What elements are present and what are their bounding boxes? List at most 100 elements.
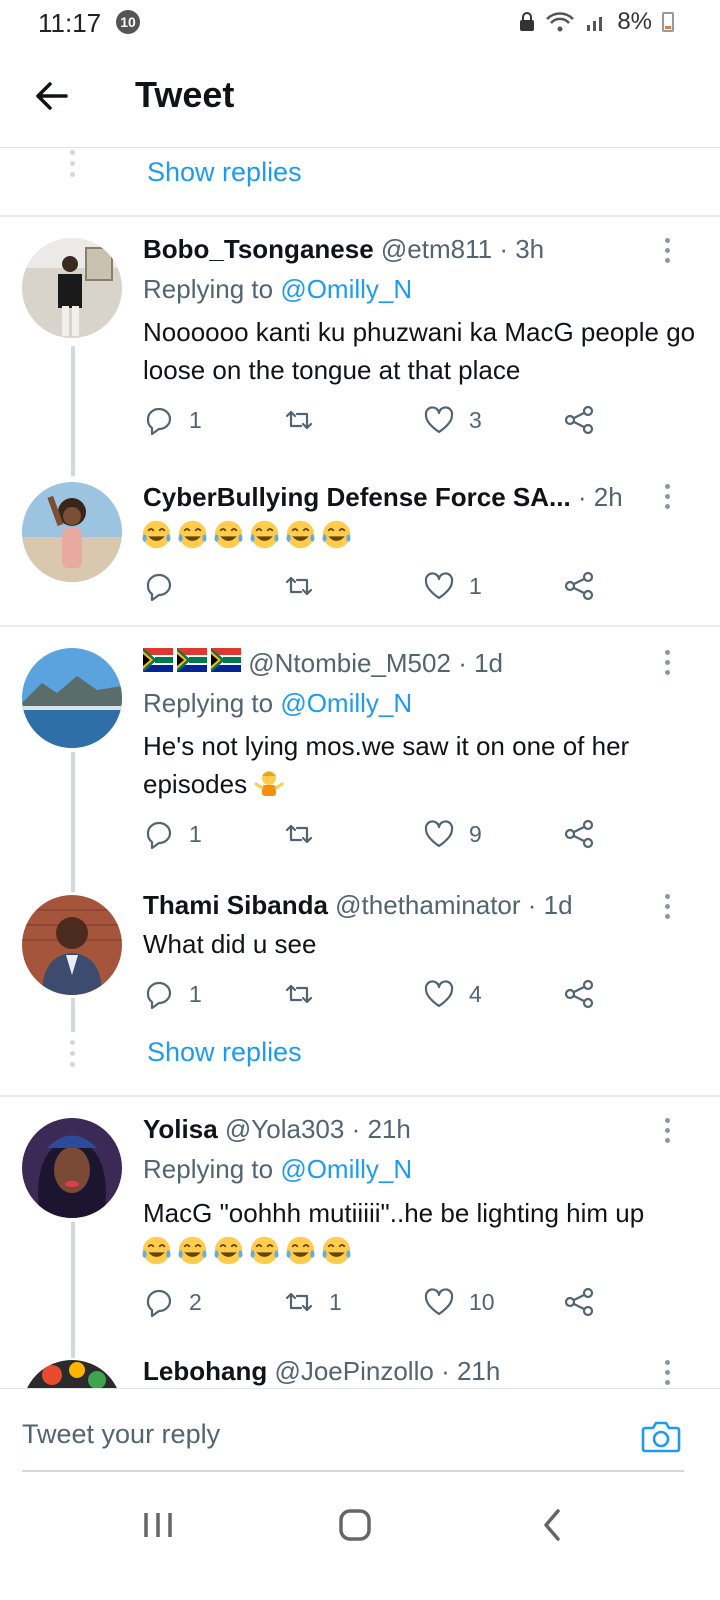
- thread-line: [71, 346, 75, 476]
- status-time: 11:17: [38, 8, 102, 38]
- reply-button[interactable]: 1: [143, 818, 202, 850]
- share-button[interactable]: [563, 1286, 595, 1318]
- reply-button[interactable]: [143, 570, 189, 602]
- retweet-button[interactable]: [283, 404, 329, 436]
- tears-of-joy-emoji: [286, 1236, 315, 1265]
- like-count: 9: [469, 820, 482, 847]
- status-icons: 8%: [519, 8, 674, 36]
- avatar[interactable]: [22, 648, 122, 748]
- more-options-icon[interactable]: [665, 650, 675, 680]
- reply-count: 1: [189, 980, 202, 1007]
- tweet-header: Lebohang @JoePinzollo · 21h: [143, 1356, 500, 1387]
- share-button[interactable]: [563, 978, 595, 1010]
- share-icon: [564, 1287, 594, 1317]
- more-options-icon[interactable]: [665, 894, 675, 924]
- retweet-icon: [285, 576, 313, 596]
- reply-icon: [146, 981, 172, 1010]
- replying-prefix: Replying to: [143, 688, 281, 718]
- share-button[interactable]: [563, 818, 595, 850]
- avatar[interactable]: [22, 1118, 122, 1218]
- south-africa-flag-icon: [143, 648, 241, 672]
- arrow-left-icon: [36, 82, 68, 110]
- show-replies-link[interactable]: Show replies: [147, 157, 302, 188]
- lock-icon: [520, 12, 535, 31]
- recent-apps-button[interactable]: [128, 1505, 188, 1545]
- author-name[interactable]: Thami Sibanda: [143, 890, 328, 920]
- divider: [0, 215, 720, 217]
- thread-line: [71, 1222, 75, 1358]
- reply-button[interactable]: 1: [143, 404, 202, 436]
- author-name[interactable]: Lebohang: [143, 1356, 267, 1386]
- back-button[interactable]: [30, 74, 74, 118]
- retweet-button[interactable]: [283, 570, 329, 602]
- author-handle[interactable]: @etm811: [381, 234, 492, 264]
- like-count: 10: [469, 1288, 495, 1315]
- author-name[interactable]: CyberBullying Defense Force SA...: [143, 482, 571, 512]
- thread-continuation-dots: [70, 1040, 76, 1073]
- camera-button[interactable]: [640, 1415, 682, 1457]
- replying-to: Replying to @Omilly_N: [143, 274, 412, 305]
- divider: [0, 625, 720, 627]
- like-button[interactable]: 4: [423, 978, 482, 1010]
- mention-link[interactable]: @Omilly_N: [280, 274, 412, 304]
- author-handle[interactable]: @JoePinzollo: [274, 1356, 433, 1386]
- system-nav-bar: [0, 1480, 720, 1600]
- more-options-icon[interactable]: [665, 238, 675, 268]
- like-button[interactable]: 3: [423, 404, 482, 436]
- reply-button[interactable]: 1: [143, 978, 202, 1010]
- tweet-emoji-text: [140, 518, 353, 551]
- tweet-actions: 1 4: [143, 978, 613, 1014]
- reply-button[interactable]: 2: [143, 1286, 202, 1318]
- reply-count: 2: [189, 1288, 202, 1315]
- tweet-time: · 21h: [441, 1356, 501, 1386]
- battery-icon: [662, 12, 674, 32]
- retweet-count: 1: [329, 1288, 342, 1315]
- share-button[interactable]: [563, 404, 595, 436]
- like-count: 4: [469, 980, 482, 1007]
- divider: [0, 1095, 720, 1097]
- mention-link[interactable]: @Omilly_N: [280, 1154, 412, 1184]
- heart-icon: [424, 820, 454, 848]
- home-button[interactable]: [325, 1505, 385, 1545]
- retweet-icon: [285, 824, 313, 844]
- author-handle[interactable]: @thethaminator: [335, 890, 520, 920]
- author-handle[interactable]: @Yola303: [225, 1114, 344, 1144]
- author-name[interactable]: Bobo_Tsonganese: [143, 234, 374, 264]
- more-options-icon[interactable]: [665, 484, 675, 514]
- avatar[interactable]: [22, 482, 122, 582]
- share-button[interactable]: [563, 570, 595, 602]
- retweet-button[interactable]: [283, 818, 329, 850]
- tweet-header: Yolisa @Yola303 · 21h: [143, 1114, 411, 1145]
- chevron-left-icon: [544, 1509, 560, 1541]
- avatar[interactable]: [22, 238, 122, 338]
- mention-link[interactable]: @Omilly_N: [280, 688, 412, 718]
- reply-icon: [146, 1289, 172, 1318]
- replying-to: Replying to @Omilly_N: [143, 688, 412, 719]
- back-nav-button[interactable]: [522, 1505, 582, 1545]
- like-button[interactable]: 10: [423, 1286, 495, 1318]
- top-bar: Tweet: [0, 44, 720, 148]
- more-options-icon[interactable]: [665, 1360, 675, 1390]
- tears-of-joy-emoji: [178, 1236, 207, 1265]
- retweet-button[interactable]: 1: [283, 1286, 342, 1318]
- retweet-icon: [285, 984, 313, 1004]
- tweet-actions: 2 1 10: [143, 1286, 613, 1322]
- tweet-text: Noooooo kanti ku phuzwani ka MacG people…: [143, 317, 696, 385]
- like-button[interactable]: 9: [423, 818, 482, 850]
- avatar[interactable]: [22, 895, 122, 995]
- reply-input[interactable]: Tweet your reply: [22, 1419, 220, 1450]
- author-handle[interactable]: @Ntombie_M502: [248, 648, 451, 678]
- tweet-time: · 1d: [527, 890, 573, 920]
- tweet-time: · 3h: [499, 234, 545, 264]
- tweet-emoji-text: [140, 1234, 353, 1267]
- reply-count: 1: [189, 406, 202, 433]
- like-button[interactable]: 1: [423, 570, 482, 602]
- retweet-button[interactable]: [283, 978, 329, 1010]
- author-name[interactable]: Yolisa: [143, 1114, 218, 1144]
- show-replies-link[interactable]: Show replies: [147, 1037, 302, 1068]
- more-options-icon[interactable]: [665, 1118, 675, 1148]
- tears-of-joy-emoji: [214, 520, 243, 549]
- tweet-actions: 1: [143, 570, 613, 606]
- tweet-text: He's not lying mos.we saw it on one of h…: [143, 731, 630, 799]
- share-icon: [564, 571, 594, 601]
